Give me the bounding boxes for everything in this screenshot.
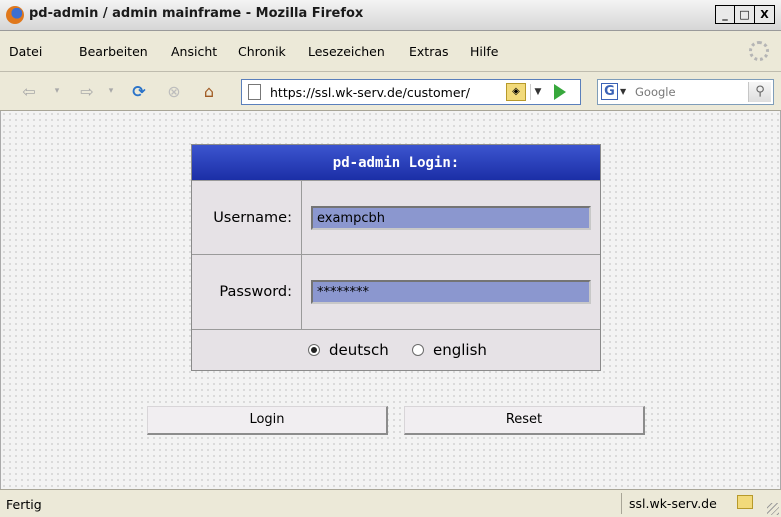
username-row: Username: — [192, 180, 600, 255]
status-lock-icon[interactable] — [737, 495, 753, 509]
reset-button[interactable]: Reset — [404, 406, 645, 435]
language-label-deutsch: deutsch — [329, 341, 389, 359]
search-icon[interactable]: ⚲ — [748, 82, 771, 102]
language-option-deutsch[interactable]: deutsch — [308, 341, 389, 359]
search-input[interactable] — [635, 83, 745, 101]
page-icon — [248, 84, 261, 100]
firefox-logo-icon — [6, 6, 24, 24]
minimize-button[interactable]: _ — [715, 5, 735, 24]
window-controls: _ □ X — [715, 5, 775, 24]
reload-icon[interactable]: ⟳ — [128, 81, 150, 101]
menu-extras[interactable]: Extras — [409, 44, 449, 59]
password-label: Password: — [192, 255, 302, 329]
login-form: pd-admin Login: Username: Password: deut… — [191, 144, 601, 371]
search-box[interactable]: G ▼ ⚲ — [597, 79, 774, 105]
url-dropdown-icon[interactable]: ▼ — [530, 84, 545, 100]
username-label: Username: — [192, 181, 302, 255]
status-bar: Fertig ssl.wk-serv.de — [0, 489, 781, 517]
home-icon[interactable]: ⌂ — [198, 81, 220, 101]
menu-datei[interactable]: Datei — [9, 44, 42, 59]
search-engine-dropdown-icon[interactable]: ▼ — [620, 84, 626, 100]
url-bar[interactable]: https://ssl.wk-serv.de/customer/ ◈ ▼ — [241, 79, 581, 105]
page-content: pd-admin Login: Username: Password: deut… — [0, 111, 781, 489]
url-text[interactable]: https://ssl.wk-serv.de/customer/ — [270, 85, 470, 100]
menu-hilfe[interactable]: Hilfe — [470, 44, 498, 59]
radio-english[interactable] — [412, 344, 424, 356]
password-row: Password: — [192, 254, 600, 329]
status-domain-text: ssl.wk-serv.de — [629, 496, 717, 511]
menu-bar: Datei Bearbeiten Ansicht Chronik Lesezei… — [0, 31, 781, 72]
username-input[interactable] — [311, 206, 591, 230]
forward-dropdown-icon[interactable]: ▾ — [106, 81, 116, 101]
google-icon[interactable]: G — [601, 83, 618, 100]
go-icon[interactable] — [554, 84, 566, 100]
language-row: deutsch english — [192, 329, 600, 371]
back-dropdown-icon[interactable]: ▾ — [52, 81, 62, 101]
login-header: pd-admin Login: — [192, 145, 600, 180]
language-option-english[interactable]: english — [412, 341, 487, 359]
status-domain[interactable]: ssl.wk-serv.de — [621, 493, 761, 514]
menu-lesezeichen[interactable]: Lesezeichen — [308, 44, 385, 59]
resize-grip-icon[interactable] — [767, 503, 779, 515]
lock-icon[interactable]: ◈ — [506, 83, 526, 101]
password-input[interactable] — [311, 280, 591, 304]
close-button[interactable]: X — [755, 5, 775, 24]
window-titlebar: pd-admin / admin mainframe - Mozilla Fir… — [0, 0, 781, 31]
forward-icon[interactable]: ⇨ — [76, 81, 98, 101]
menu-ansicht[interactable]: Ansicht — [171, 44, 217, 59]
stop-icon[interactable]: ⊗ — [163, 81, 185, 101]
status-text: Fertig — [6, 497, 42, 512]
language-label-english: english — [433, 341, 487, 359]
menu-bearbeiten[interactable]: Bearbeiten — [79, 44, 148, 59]
menu-chronik[interactable]: Chronik — [238, 44, 286, 59]
throbber-icon — [749, 41, 769, 61]
login-button[interactable]: Login — [147, 406, 388, 435]
maximize-button[interactable]: □ — [735, 5, 755, 24]
back-icon[interactable]: ⇦ — [18, 81, 40, 101]
window-title: pd-admin / admin mainframe - Mozilla Fir… — [29, 6, 364, 21]
radio-deutsch[interactable] — [308, 344, 320, 356]
